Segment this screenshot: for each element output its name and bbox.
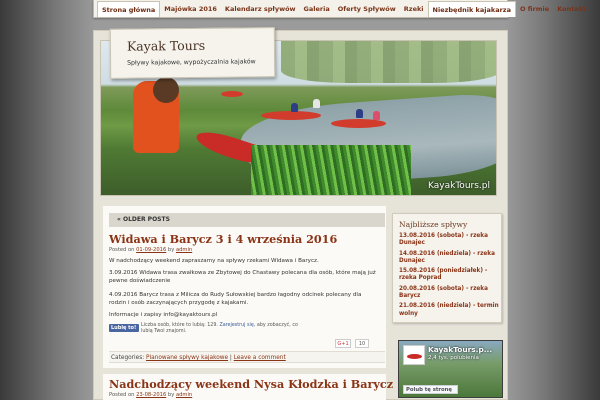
post-paragraph: W nadchodzący weekend zapraszamy na spły… [109,258,319,264]
photo-grass [251,145,411,195]
gplus-count: 10 [355,339,369,348]
nav-item-majowka[interactable]: Majówka 2016 [160,1,221,17]
post-meta-prefix: Posted on [109,392,135,398]
fb-like-button[interactable]: Lubię to! [109,324,139,332]
fb-page-name[interactable]: KayakTours.p... [428,345,492,354]
post-paragraph: 3.09.2016 Widawa trasa zwałkowa ze Zbyto… [109,270,376,285]
older-posts-link[interactable]: « OLDER POSTS [109,213,385,227]
post-author-link[interactable]: admin [176,247,192,253]
photo-paddler [373,111,380,120]
fb-like-text: Liczba osób, które to lubią: 129. Zareje… [141,323,301,336]
photo-watermark: KayakTours.pl [428,181,490,191]
gplus-button[interactable]: G+1 [335,339,351,348]
main-content: « OLDER POSTS Widawa i Barycz 3 i 4 wrze… [103,206,393,400]
photo-child-head [153,77,179,103]
nav-item-about[interactable]: O firmie [516,1,553,17]
photo-trees [281,41,496,83]
upcoming-trips-list: 13.08.2016 (sobota) - rzeka Dunajec 14.0… [399,233,499,321]
photo-paddler [291,103,298,112]
upcoming-trips-widget: Najbliższe spływy 13.08.2016 (sobota) - … [392,213,502,323]
post-paragraph: 4.09.2016 Barycz trasa z Milicza do Rudy… [109,292,362,307]
photo-paddler [313,99,320,108]
post-title[interactable]: Nadchodzący weekend Nysa Kłodzka i Baryc… [109,377,393,391]
fb-register-link[interactable]: Zarejestruj się, [219,323,255,328]
post-footer: Categories: Planowane spływy kajakowe | … [109,351,385,363]
post-meta: Posted on 23-08-2016 by admin [109,392,192,398]
footer-separator: | [229,355,232,361]
list-item[interactable]: 14.08.2016 (niedziela) - rzeka Dunajec [399,251,499,266]
fb-page-widget: KayakTours.p... 2,4 tys. polubienia Polu… [398,340,503,398]
nav-item-contact[interactable]: Kontakt [553,1,590,17]
post-meta: Posted on 01-09-2016 by admin [109,247,192,253]
list-item[interactable]: 15.08.2016 (poniedziałek) - rzeka Poprad [399,268,499,283]
main-nav: Strona główna Majówka 2016 Kalendarz spł… [93,0,586,18]
widget-title: Najbliższe spływy [399,220,468,229]
photo-kayak [331,119,386,128]
post-meta-by: by [167,247,175,253]
site-title-card: Kayak Tours Spływy kajakowe, wypożyczaln… [109,27,276,79]
photo-paddler [356,109,363,118]
nav-item-essentials[interactable]: Niezbędnik kajakarza [427,0,516,17]
nav-item-rivers[interactable]: Rzeki [400,1,428,17]
fb-like-page-button[interactable]: Polub tę stronę [403,385,458,394]
nav-item-calendar[interactable]: Kalendarz spływów [221,1,300,17]
categories-label: Categories: [111,355,145,361]
nav-item-gallery[interactable]: Galeria [300,1,334,17]
post-meta-by: by [167,392,175,398]
nav-item-offers[interactable]: Oferty Spływów [334,1,400,17]
post-date-link[interactable]: 01-09-2016 [136,247,166,253]
post-date-link[interactable]: 23-08-2016 [136,392,166,398]
site-tagline: Spływy kajakowe, wypożyczalnia kajaków [127,58,256,67]
list-item[interactable]: 13.08.2016 (sobota) - rzeka Dunajec [399,233,499,248]
list-item[interactable]: 21.08.2016 (niedziela) - termin wolny [399,303,499,318]
post-paragraph: Informacje i zapisy info@kayaktours.pl [109,312,218,318]
leave-comment-link[interactable]: Leave a comment [234,355,286,361]
post-meta-prefix: Posted on [109,247,135,253]
photo-kayak [221,91,243,97]
list-item[interactable]: 20.08.2016 (sobota) - rzeka Barycz [399,286,499,301]
post-author-link[interactable]: admin [176,392,192,398]
nav-item-home[interactable]: Strona główna [97,0,161,17]
fb-avatar[interactable] [403,345,425,365]
fb-page-likes: 2,4 tys. polubienia [428,355,479,361]
post-separator [103,368,386,374]
post-title[interactable]: Widawa i Barycz 3 i 4 września 2016 [109,232,337,246]
fb-like-count-text: Liczba osób, które to lubią: 129. [141,323,218,328]
category-link[interactable]: Planowane spływy kajakowe [146,355,228,361]
site-title[interactable]: Kayak Tours [127,37,274,54]
photo-kayak [261,111,321,120]
